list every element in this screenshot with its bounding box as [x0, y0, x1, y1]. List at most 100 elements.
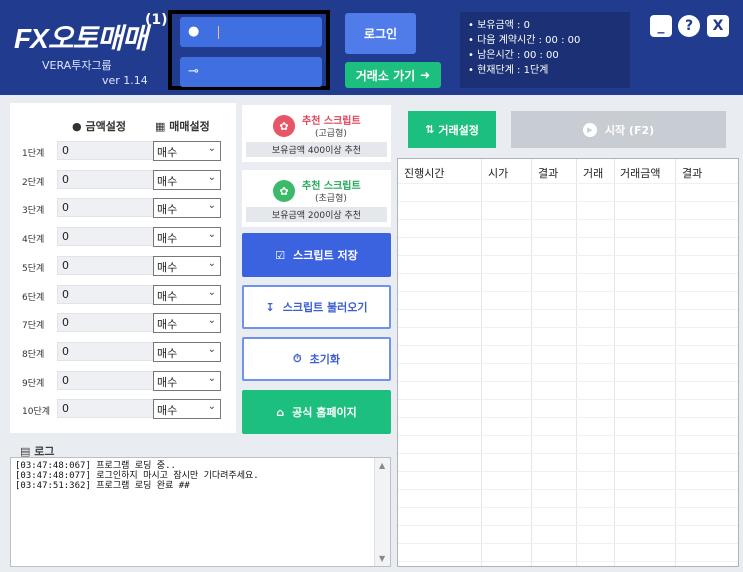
- stage-trade-select[interactable]: 매수 ⌄: [153, 169, 221, 190]
- stage-trade-select[interactable]: 매수 ⌄: [153, 284, 221, 305]
- chevron-down-icon: ⌄: [207, 343, 216, 355]
- log-textarea[interactable]: [03:47:48:067] 프로그램 로딩 중.. [03:47:48:077…: [10, 457, 391, 567]
- stage-label: 3단계: [22, 206, 45, 217]
- recommended-script-advanced[interactable]: ✿ 추천 스크립트 (고급형) 보유금액 400이상 추천: [242, 105, 391, 162]
- scroll-down-icon[interactable]: ▼: [379, 554, 385, 563]
- timer-icon: ⏱: [293, 352, 302, 365]
- stage-trade-select[interactable]: 매수 ⌄: [153, 255, 221, 276]
- sliders-icon: ⇅: [425, 123, 435, 136]
- close-button[interactable]: X: [707, 15, 729, 37]
- stage-label: 6단계: [22, 292, 45, 303]
- chevron-down-icon: ⌄: [207, 171, 216, 183]
- stage-trade-select[interactable]: 매수 ⌄: [153, 198, 221, 219]
- stage-trade-select[interactable]: 매수 ⌄: [153, 313, 221, 334]
- stage-trade-value: 매수: [157, 260, 178, 274]
- grid-row-line: [398, 507, 738, 508]
- start-button[interactable]: ▶ 시작 (F2): [511, 111, 726, 148]
- trade-header: ▦ 매매설정: [155, 120, 210, 133]
- version-label: ver 1.14: [102, 74, 148, 87]
- stage-amount-input[interactable]: 0: [57, 255, 154, 275]
- recommended-script-basic[interactable]: ✿ 추천 스크립트 (초급형) 보유금액 200이상 추천: [242, 170, 391, 227]
- grid-row-line: [398, 201, 738, 202]
- recommend-icon: ✿: [273, 180, 295, 202]
- col-trade: 거래: [583, 167, 604, 180]
- start-label: 시작 (F2): [604, 123, 655, 137]
- stage-trade-select[interactable]: 매수 ⌄: [153, 141, 221, 161]
- load-script-button[interactable]: ↧ 스크립트 불러오기: [242, 285, 391, 329]
- chevron-down-icon: ⌄: [207, 401, 216, 413]
- info-balance: • 보유금액 : 0: [468, 20, 530, 31]
- grid-row-line: [398, 381, 738, 382]
- stage-amount-input[interactable]: 0: [57, 169, 154, 189]
- grid-row-line: [398, 255, 738, 256]
- password-input[interactable]: ⊸: [180, 57, 322, 87]
- stage-amount-input[interactable]: 0: [57, 141, 154, 160]
- stage-row: 10단계 0 매수 ⌄: [10, 399, 236, 421]
- stage-trade-value: 매수: [157, 404, 178, 418]
- recommend-icon: ✿: [273, 115, 295, 137]
- stage-row: 2단계 0 매수 ⌄: [10, 169, 236, 192]
- login-area: ● ⊸: [168, 10, 330, 90]
- grid-row-line: [398, 417, 738, 418]
- stage-trade-select[interactable]: 매수 ⌄: [153, 341, 221, 362]
- rec-title: 추천 스크립트: [302, 181, 361, 192]
- chevron-down-icon: ⌄: [207, 143, 216, 154]
- homepage-button[interactable]: ⌂ 공식 홈페이지: [242, 390, 391, 434]
- minimize-button[interactable]: _: [650, 15, 672, 37]
- stage-amount-input[interactable]: 0: [57, 227, 154, 247]
- id-input[interactable]: ●: [180, 17, 322, 47]
- money-bag-icon: ●: [72, 120, 82, 133]
- stage-row: 6단계 0 매수 ⌄: [10, 284, 236, 307]
- homepage-label: 공식 홈페이지: [292, 406, 357, 419]
- log-line: [03:47:48:077] 로그인하지 마시고 잠시만 기다려주세요.: [15, 471, 259, 481]
- stage-amount-input[interactable]: 0: [57, 198, 154, 218]
- stage-settings-panel: ● 금액설정 ▦ 매매설정 1단계 0 매수 ⌄ 2단계 0 매수 ⌄ 3단계 0 매수 ⌄ 4단계 0 매…: [10, 103, 236, 433]
- stage-amount-input[interactable]: 0: [57, 284, 154, 304]
- grid-row-line: [398, 399, 738, 400]
- info-current-stage: • 현재단계 : 1단계: [468, 65, 549, 76]
- stage-amount-input[interactable]: 0: [57, 399, 154, 419]
- stage-label: 2단계: [22, 177, 45, 188]
- user-icon: ●: [188, 24, 200, 39]
- save-label: 스크립트 저장: [293, 249, 358, 262]
- login-button[interactable]: 로그인: [345, 13, 416, 54]
- col-result-2: 결과: [682, 167, 703, 180]
- rec-note: 보유금액 200이상 추천: [246, 207, 387, 222]
- stage-trade-select[interactable]: 매수 ⌄: [153, 370, 221, 391]
- stage-amount-input[interactable]: 0: [57, 370, 154, 390]
- trade-settings-button[interactable]: ⇅ 거래설정: [408, 111, 496, 148]
- stage-label: 7단계: [22, 321, 45, 332]
- grid-row-line: [398, 237, 738, 238]
- download-icon: ↧: [265, 300, 275, 314]
- stage-amount-input[interactable]: 0: [57, 313, 154, 333]
- grid-row-line: [398, 471, 738, 472]
- stage-label: 9단계: [22, 378, 45, 389]
- stage-row: 8단계 0 매수 ⌄: [10, 341, 236, 364]
- grid-row-line: [398, 525, 738, 526]
- annotation-marker: (1): [145, 12, 168, 28]
- stage-trade-value: 매수: [157, 232, 178, 246]
- rec-title: 추천 스크립트: [302, 116, 361, 127]
- help-button[interactable]: ?: [678, 15, 700, 37]
- chevron-down-icon: ⌄: [207, 315, 216, 327]
- trade-grid-icon: ▦: [155, 120, 166, 133]
- grid-row-line: [398, 183, 738, 184]
- stage-trade-select[interactable]: 매수 ⌄: [153, 227, 221, 248]
- grid-row-line: [398, 291, 738, 292]
- stage-label: 10단계: [22, 407, 51, 418]
- rec-tier: (고급형): [315, 129, 347, 139]
- log-line: [03:47:51:362] 프로그램 로딩 완료 ##: [15, 481, 190, 491]
- grid-row-line: [398, 309, 738, 310]
- stage-amount-input[interactable]: 0: [57, 341, 154, 361]
- stage-label: 8단계: [22, 349, 45, 360]
- reset-button[interactable]: ⏱ 초기화: [242, 337, 391, 381]
- stage-trade-value: 매수: [157, 318, 178, 332]
- grid-row-line: [398, 345, 738, 346]
- log-scrollbar[interactable]: ▲ ▼: [374, 458, 390, 566]
- scroll-up-icon[interactable]: ▲: [379, 461, 385, 470]
- exchange-button[interactable]: 거래소 가기 ➜: [345, 62, 441, 88]
- grid-row-line: [398, 363, 738, 364]
- save-script-button[interactable]: ☑ 스크립트 저장: [242, 233, 391, 277]
- stage-row: 5단계 0 매수 ⌄: [10, 255, 236, 278]
- stage-trade-select[interactable]: 매수 ⌄: [153, 399, 221, 420]
